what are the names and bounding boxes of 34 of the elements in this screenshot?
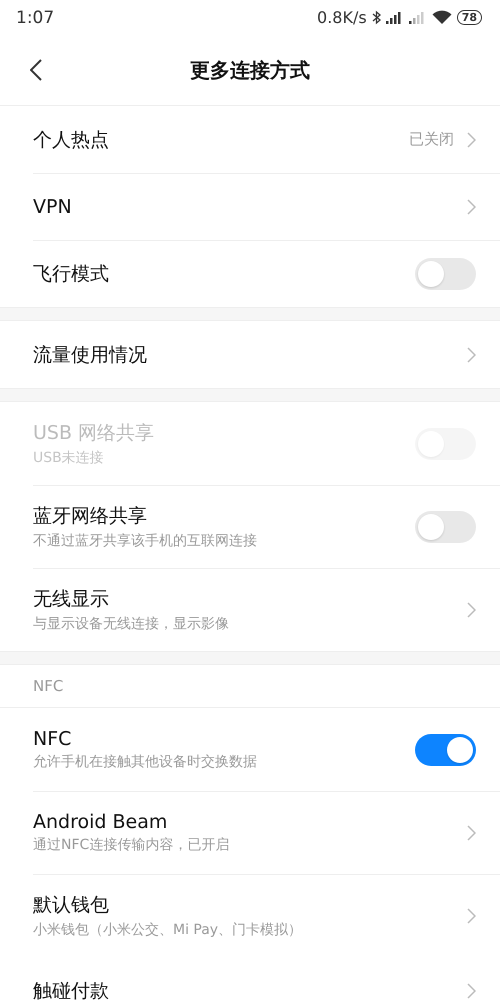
setting-title[interactable]: 默认钱包 <box>33 892 466 918</box>
toggle-switch[interactable] <box>415 734 476 766</box>
chevron-icon <box>466 602 476 618</box>
chevron-icon <box>466 908 476 924</box>
setting-description: 小米钱包（小米公交、Mi Pay、门卡模拟） <box>33 921 304 939</box>
setting-title[interactable]: 流量使用情况 <box>33 342 466 368</box>
setting-title[interactable]: 触碰付款 <box>33 978 466 1000</box>
chevron-icon <box>466 198 476 214</box>
status-time: 1:07 <box>16 8 56 28</box>
setting-title[interactable]: 蓝牙网络共享 <box>33 503 415 529</box>
setting-title[interactable]: VPN <box>33 196 466 218</box>
chevron-icon <box>466 824 476 840</box>
status-value: 已关闭 <box>409 130 454 149</box>
setting-title[interactable]: 无线显示 <box>33 586 466 612</box>
setting-title[interactable]: NFC <box>33 728 415 750</box>
setting-title[interactable]: Android Beam <box>33 811 466 833</box>
setting-description: 不通过蓝牙共享该手机的互联网连接 <box>33 532 258 550</box>
setting-description: 允许手机在接触其他设备时交换数据 <box>33 753 258 771</box>
setting-title[interactable]: 个人热点 <box>33 126 409 152</box>
battery-level: 78 <box>456 10 482 25</box>
chevron-icon <box>466 132 476 148</box>
network-speed: 0.8K/s <box>317 8 367 27</box>
setting-description: 与显示设备无线连接，显示影像 <box>33 615 230 633</box>
setting-description: 通过NFC连接传输内容，已开启 <box>33 836 230 854</box>
toggle-switch[interactable] <box>415 510 476 542</box>
bluetooth-icon <box>372 10 381 25</box>
section-header: NFC <box>0 665 500 708</box>
toggle-switch[interactable] <box>415 258 476 290</box>
wifi-icon <box>432 10 452 25</box>
chevron-icon <box>466 346 476 362</box>
page-title: 更多连接方式 <box>190 56 310 84</box>
setting-title[interactable]: 飞行模式 <box>33 260 415 286</box>
chevron-icon <box>466 982 476 998</box>
setting-description: USB未连接 <box>33 449 105 467</box>
